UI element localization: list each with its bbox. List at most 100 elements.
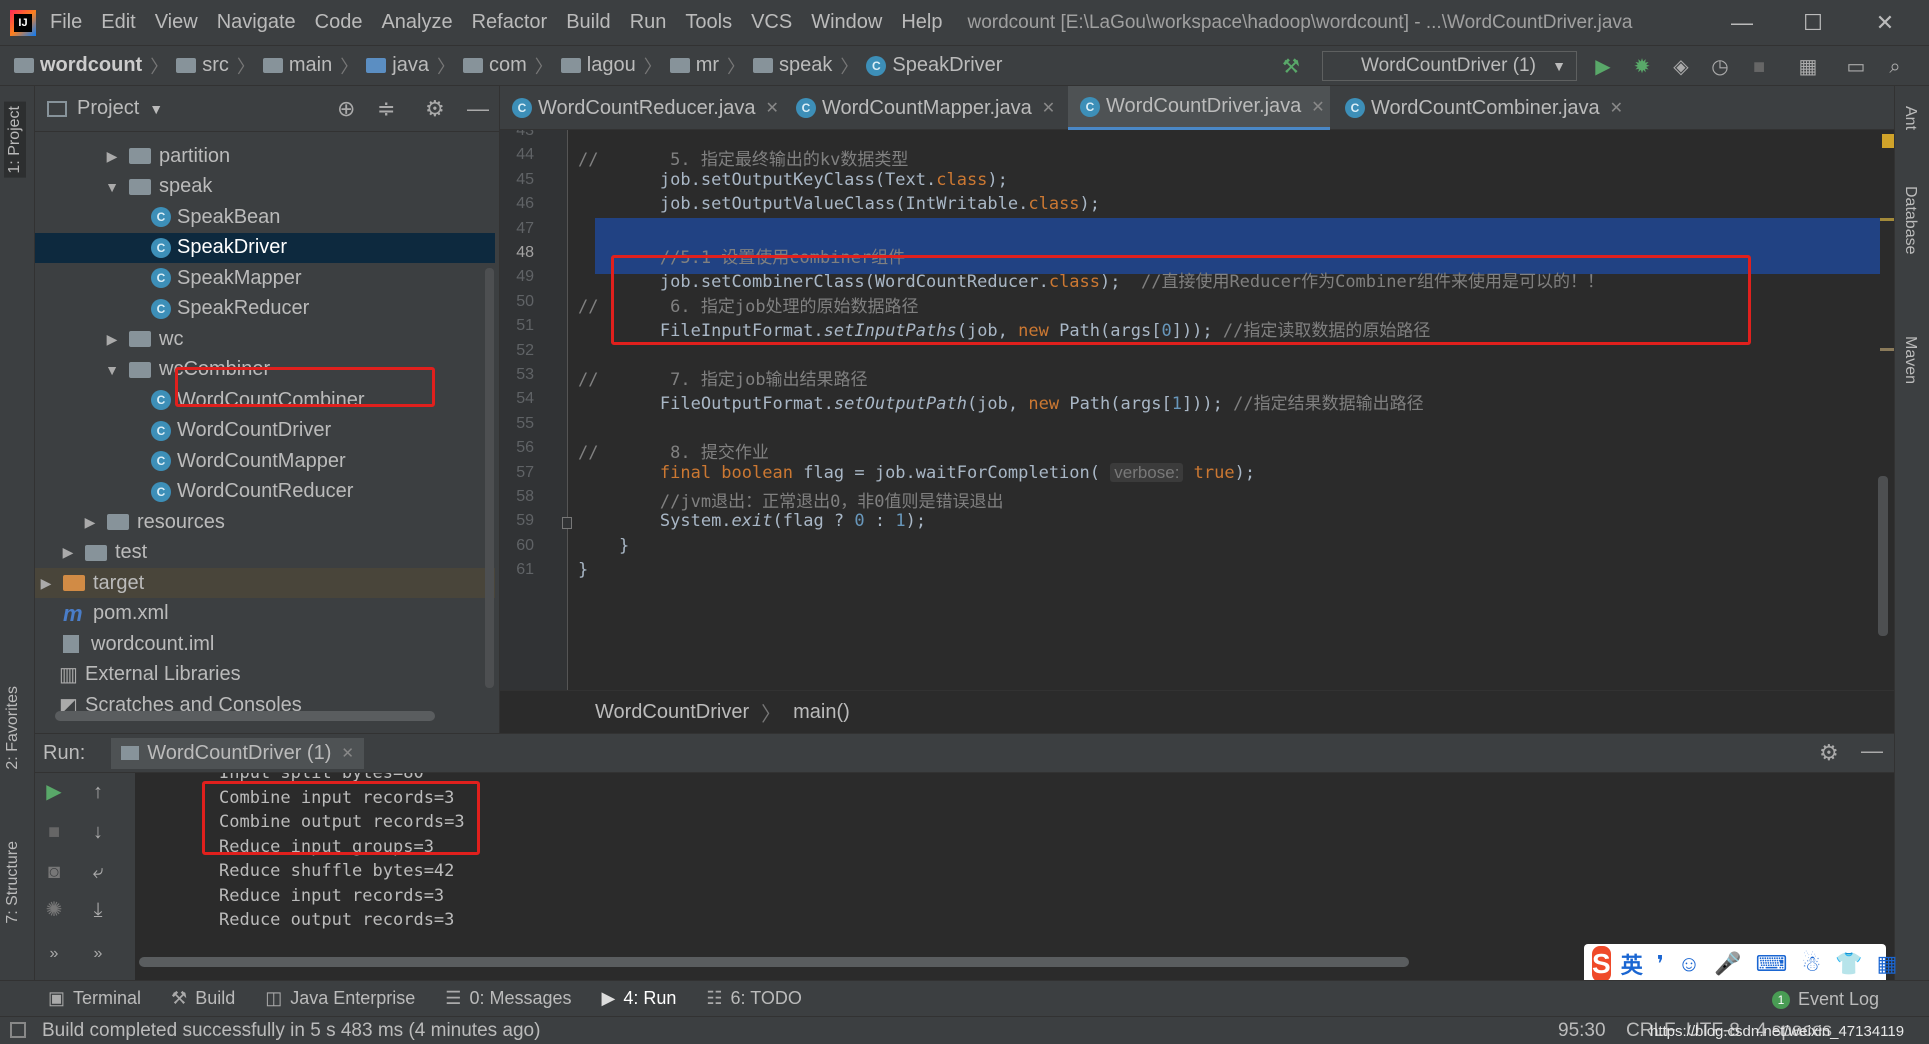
scroll-to-end-icon[interactable]: ⤓ bbox=[85, 897, 111, 923]
rerun-icon[interactable]: ▶ bbox=[41, 779, 67, 805]
tree-item[interactable]: ▶ wc bbox=[35, 324, 495, 354]
tab-wordcountmapper[interactable]: C WordCountMapper.java ✕ bbox=[784, 86, 1066, 130]
chevron-down-icon[interactable]: ▼ bbox=[149, 101, 163, 117]
menu-edit[interactable]: Edit bbox=[101, 11, 135, 34]
close-tab-icon[interactable]: ✕ bbox=[1610, 98, 1623, 118]
caret-position[interactable]: 95:30 bbox=[1558, 1020, 1606, 1042]
breadcrumb-lagou[interactable]: lagou 〉 bbox=[560, 53, 670, 79]
stop-icon[interactable]: ■ bbox=[41, 819, 67, 845]
user-icon[interactable]: ☃ bbox=[1801, 951, 1821, 977]
window-icon[interactable]: ▭ bbox=[1843, 54, 1869, 80]
emoji-icon[interactable]: ☺ bbox=[1678, 951, 1700, 977]
code-editor[interactable]: 43 44 45 46 47 48 49 50 51 52 53 54 55 56 57 58 59 60 61 /… bbox=[500, 130, 1894, 690]
menu-analyze[interactable]: Analyze bbox=[381, 11, 452, 34]
chevron-down-icon[interactable]: ▼ bbox=[105, 362, 119, 378]
favorites-tool-tab[interactable]: 2: Favorites bbox=[4, 686, 22, 770]
tab-wordcountdriver[interactable]: C WordCountDriver.java ✕ bbox=[1068, 86, 1330, 130]
close-tab-icon[interactable]: ✕ bbox=[1311, 97, 1324, 117]
crumb-method[interactable]: main() bbox=[793, 701, 850, 724]
close-icon[interactable]: ✕ bbox=[1865, 8, 1905, 38]
ime-language[interactable]: 英 bbox=[1621, 948, 1643, 980]
project-tool-tab[interactable]: 1: Project bbox=[4, 102, 26, 178]
settings-icon[interactable]: ✺ bbox=[41, 897, 67, 923]
tree-item[interactable]: ▶ target bbox=[35, 568, 495, 598]
scroll-up-icon[interactable]: ↑ bbox=[85, 779, 111, 805]
camera-icon[interactable]: ◙ bbox=[41, 859, 67, 885]
breadcrumb-main[interactable]: main 〉 bbox=[262, 53, 366, 79]
console-scrollbar[interactable] bbox=[139, 957, 1409, 967]
gear-icon[interactable]: ⚙ bbox=[1819, 740, 1839, 766]
tree-item[interactable]: C SpeakBean bbox=[35, 202, 495, 232]
java-enterprise-tab[interactable]: ◫ Java Enterprise bbox=[265, 988, 415, 1009]
tree-item[interactable]: C WordCountMapper bbox=[35, 446, 495, 476]
chevron-right-icon[interactable]: ▶ bbox=[39, 575, 53, 592]
stop-icon[interactable]: ■ bbox=[1746, 54, 1772, 80]
run-tool-tab[interactable]: ▶ 4: Run bbox=[602, 988, 677, 1009]
menu-code[interactable]: Code bbox=[315, 11, 363, 34]
chevron-right-icon[interactable]: ▶ bbox=[61, 544, 75, 561]
breadcrumb-project[interactable]: wordcount 〉 bbox=[14, 53, 176, 79]
keyboard-icon[interactable]: ⌨ bbox=[1756, 951, 1788, 977]
crumb-class[interactable]: WordCountDriver bbox=[595, 701, 749, 724]
close-tab-icon[interactable]: ✕ bbox=[1042, 98, 1055, 118]
chevron-right-icon[interactable]: ▶ bbox=[83, 514, 97, 531]
vertical-scrollbar[interactable] bbox=[485, 268, 494, 688]
grid-icon[interactable]: ▦ bbox=[1877, 951, 1898, 977]
database-tool-tab[interactable]: Database bbox=[1901, 186, 1919, 255]
structure-tool-tab[interactable]: 7: Structure bbox=[4, 841, 22, 924]
chevron-right-icon[interactable]: ▶ bbox=[105, 148, 119, 165]
hide-panel-icon[interactable]: — bbox=[467, 96, 489, 122]
locate-target-icon[interactable]: ⊕ bbox=[337, 96, 355, 122]
tree-item[interactable]: ▥ External Libraries bbox=[35, 660, 495, 690]
horizontal-scrollbar[interactable] bbox=[55, 711, 435, 721]
project-panel-title[interactable]: Project bbox=[77, 97, 139, 120]
menu-window[interactable]: Window bbox=[811, 11, 882, 34]
tree-item[interactable]: ▼ speak bbox=[35, 172, 495, 202]
more-icon[interactable]: » bbox=[85, 941, 111, 967]
build-tab[interactable]: ⚒ Build bbox=[171, 988, 235, 1009]
menu-view[interactable]: View bbox=[155, 11, 198, 34]
hide-panel-icon[interactable]: — bbox=[1861, 738, 1883, 764]
tree-item[interactable]: C WordCountReducer bbox=[35, 477, 495, 507]
menu-file[interactable]: File bbox=[50, 11, 82, 34]
close-tab-icon[interactable]: ✕ bbox=[341, 744, 354, 762]
gear-icon[interactable]: ⚙ bbox=[425, 96, 445, 122]
search-icon[interactable]: ⌕ bbox=[1882, 54, 1908, 80]
run-configuration-select[interactable]: WordCountDriver (1) ▼ bbox=[1322, 51, 1577, 81]
profiler-icon[interactable]: ◷ bbox=[1707, 54, 1733, 80]
tree-item[interactable]: C SpeakReducer bbox=[35, 294, 495, 324]
tree-item[interactable]: ▶ resources bbox=[35, 507, 495, 537]
punctuation-icon[interactable]: ❜ bbox=[1657, 951, 1664, 977]
tab-wordcountreducer[interactable]: C WordCountReducer.java ✕ bbox=[500, 86, 782, 130]
tree-item[interactable]: C SpeakDriver bbox=[35, 232, 495, 263]
menu-build[interactable]: Build bbox=[566, 11, 610, 34]
menu-tools[interactable]: Tools bbox=[685, 11, 732, 34]
menu-help[interactable]: Help bbox=[901, 11, 942, 34]
menu-navigate[interactable]: Navigate bbox=[217, 11, 296, 34]
maven-tool-tab[interactable]: Maven bbox=[1901, 336, 1919, 384]
breadcrumb-speakdriver[interactable]: C SpeakDriver bbox=[866, 54, 1002, 77]
microphone-icon[interactable]: 🎤 bbox=[1714, 951, 1741, 977]
menu-run[interactable]: Run bbox=[630, 11, 667, 34]
chevron-down-icon[interactable]: ▼ bbox=[105, 179, 119, 195]
ant-tool-tab[interactable]: Ant bbox=[1901, 106, 1919, 130]
breadcrumb-speak[interactable]: speak 〉 bbox=[753, 53, 866, 79]
close-tab-icon[interactable]: ✕ bbox=[766, 98, 779, 118]
skin-icon[interactable]: 👕 bbox=[1835, 951, 1862, 977]
tab-wordcountcombiner[interactable]: C WordCountCombiner.java ✕ bbox=[1333, 86, 1623, 130]
maximize-icon[interactable]: ☐ bbox=[1793, 8, 1833, 38]
tree-item[interactable]: C SpeakMapper bbox=[35, 263, 495, 293]
tree-item[interactable]: C WordCountDriver bbox=[35, 416, 495, 446]
breadcrumb-mr[interactable]: mr 〉 bbox=[669, 53, 753, 79]
tree-item[interactable]: ▶ partition bbox=[35, 141, 495, 171]
chevron-right-icon[interactable]: ▶ bbox=[105, 331, 119, 348]
project-structure-icon[interactable]: ▦ bbox=[1795, 54, 1821, 80]
tree-item[interactable]: wordcount.iml bbox=[35, 629, 495, 659]
editor-scrollbar[interactable] bbox=[1878, 476, 1888, 636]
status-panel-icon[interactable] bbox=[10, 1022, 26, 1038]
collapse-all-icon[interactable]: ≑ bbox=[377, 96, 395, 122]
breadcrumb-java[interactable]: java 〉 bbox=[366, 53, 463, 79]
ime-toolbar[interactable]: S 英 ❜ ☺ 🎤 ⌨ ☃ 👕 ▦ bbox=[1584, 944, 1897, 984]
breadcrumb-src[interactable]: src 〉 bbox=[176, 53, 263, 79]
tree-item[interactable]: m pom.xml bbox=[35, 599, 495, 629]
